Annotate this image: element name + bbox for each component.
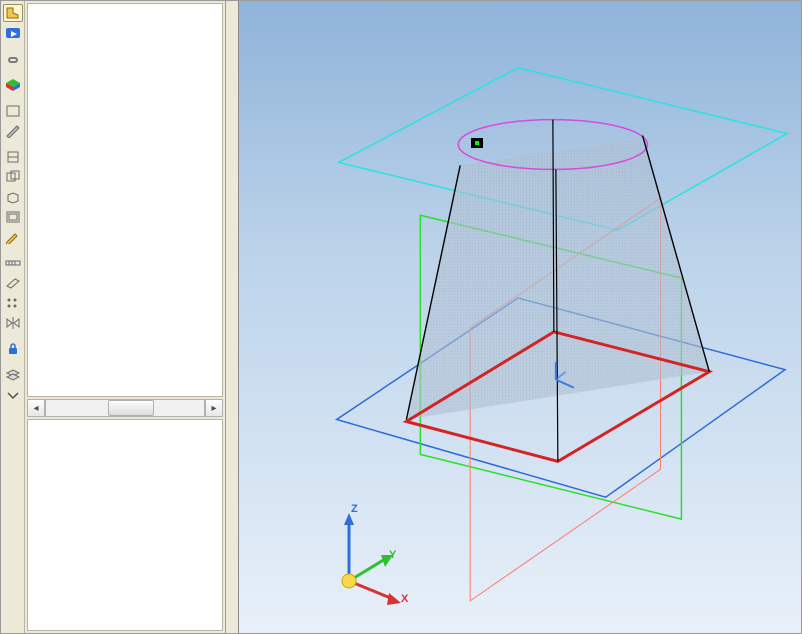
scroll-right-button[interactable]: ▸ (205, 399, 223, 417)
tool-feature-2-icon (5, 170, 21, 184)
tool-feature-2[interactable] (3, 168, 23, 186)
scroll-track[interactable] (45, 399, 205, 417)
tool-rgb-cube-icon (5, 78, 21, 92)
tool-plane-icon (5, 276, 21, 290)
tool-extrude-icon (5, 190, 21, 204)
sketch-handle-icon[interactable] (471, 138, 483, 148)
tool-extrude[interactable] (3, 188, 23, 206)
tool-playback-icon (5, 26, 21, 40)
tool-layers-icon (5, 368, 21, 382)
tool-shell[interactable] (3, 208, 23, 226)
tool-lock-icon (5, 342, 21, 356)
tool-geometry[interactable] (3, 102, 23, 120)
tool-pattern-icon (5, 296, 21, 310)
toolbar-overflow-button[interactable] (3, 386, 23, 404)
tool-shell-icon (5, 210, 21, 224)
axis-triad: Z Y X (289, 501, 409, 621)
panel-splitter[interactable] (226, 1, 239, 633)
model-tree-panel[interactable] (27, 3, 223, 397)
tool-link[interactable] (3, 50, 23, 68)
tool-pattern[interactable] (3, 294, 23, 312)
tool-lock[interactable] (3, 340, 23, 358)
scroll-thumb[interactable] (108, 400, 154, 416)
tool-mirror-icon (5, 316, 21, 330)
tool-feature-1[interactable] (3, 148, 23, 166)
axis-label-x: X (401, 593, 408, 605)
tool-measure-icon (5, 256, 21, 270)
tool-playback[interactable] (3, 24, 23, 42)
axis-label-y: Y (389, 549, 396, 561)
tool-pencil-icon (5, 230, 21, 244)
tool-link-icon (5, 52, 21, 66)
detail-panel[interactable] (27, 419, 223, 631)
left-toolbar (1, 1, 25, 633)
tool-boot-icon (5, 6, 21, 20)
tool-boot[interactable] (3, 4, 23, 22)
tool-feature-1-icon (5, 150, 21, 164)
model-tree-hscrollbar[interactable]: ◂ ▸ (27, 399, 223, 417)
tool-plane[interactable] (3, 274, 23, 292)
tool-layers[interactable] (3, 366, 23, 384)
tool-pencil[interactable] (3, 228, 23, 246)
chevron-down-icon (6, 390, 20, 400)
3d-viewport[interactable]: Z Y X (239, 1, 801, 633)
side-panel-column: ◂ ▸ (25, 1, 226, 633)
tool-geometry-icon (5, 104, 21, 118)
tool-sketch[interactable] (3, 122, 23, 140)
axis-label-z: Z (351, 503, 358, 515)
tool-measure[interactable] (3, 254, 23, 272)
tool-rgb-cube[interactable] (3, 76, 23, 94)
scroll-left-button[interactable]: ◂ (27, 399, 45, 417)
tool-sketch-icon (5, 124, 21, 138)
tool-mirror[interactable] (3, 314, 23, 332)
